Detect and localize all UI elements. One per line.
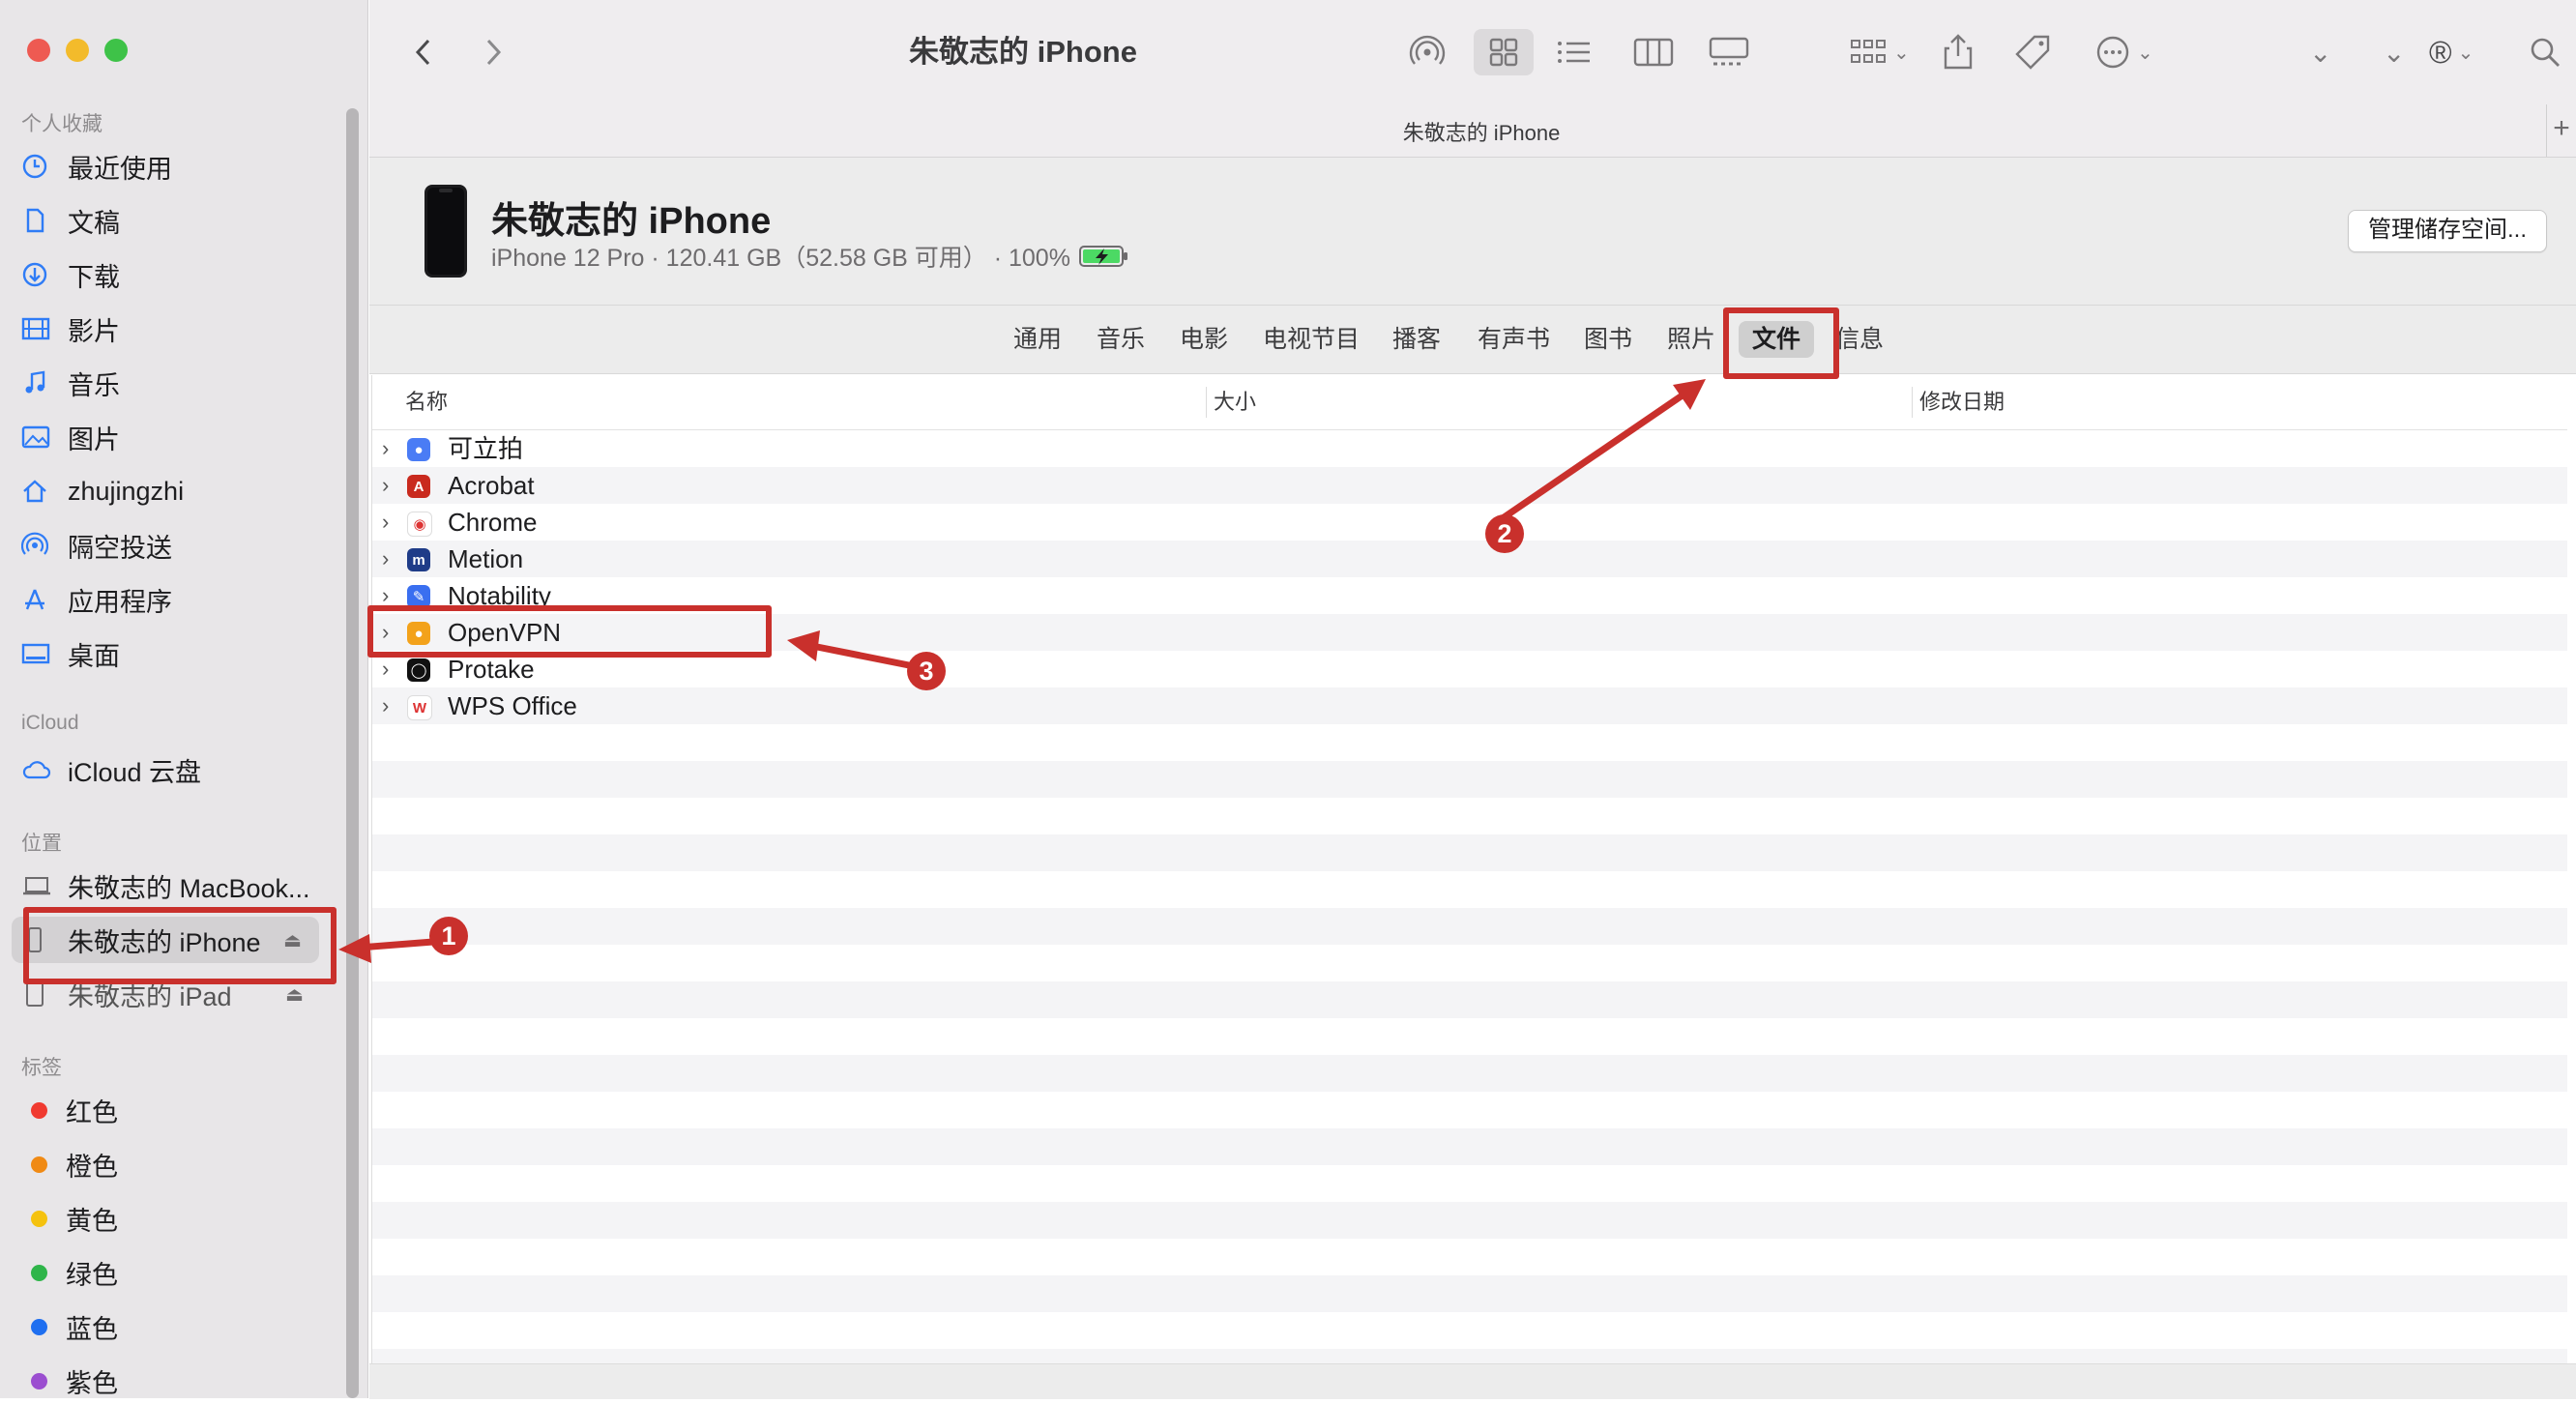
annotation-badge-2: 2 [1485, 514, 1524, 553]
annotation-arrow-3 [787, 630, 910, 669]
annotation-arrow-2 [1495, 379, 1706, 525]
annotation-overlay [338, 379, 1706, 963]
highlight-files-tab [1723, 307, 1839, 379]
annotation-badge-3: 3 [907, 652, 946, 690]
highlight-openvpn-row [367, 605, 772, 658]
annotation-badge-1: 1 [429, 917, 468, 955]
annotation-arrow-1 [338, 934, 434, 963]
highlight-iphone-sidebar [23, 907, 337, 984]
